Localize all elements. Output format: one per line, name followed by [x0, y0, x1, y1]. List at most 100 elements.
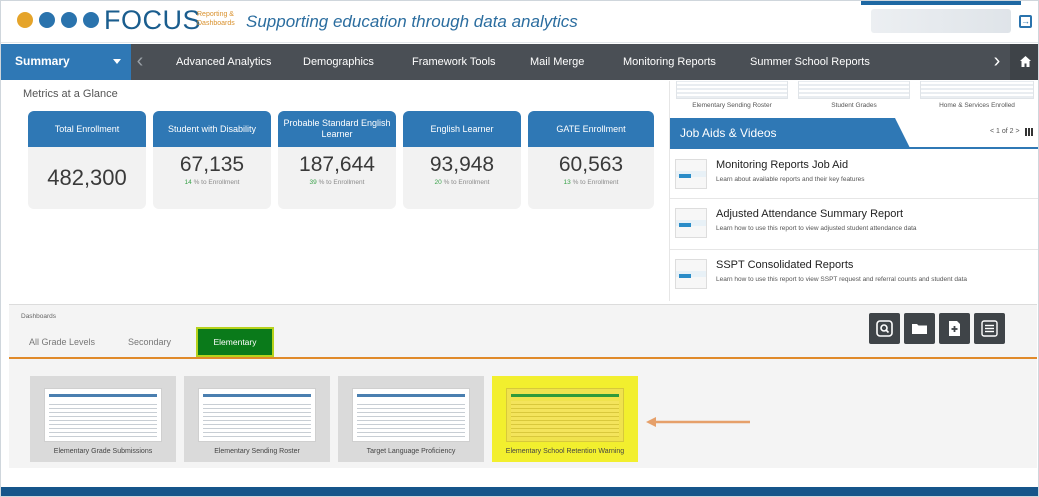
- report-thumb-caption: Student Grades: [831, 102, 877, 109]
- job-aids-underline: [670, 147, 1038, 149]
- user-info-blurred: [871, 9, 1011, 33]
- job-aid-thumbnail: [675, 208, 707, 238]
- metric-value: 482,300: [47, 165, 127, 190]
- grid-view-icon[interactable]: [1025, 128, 1034, 136]
- pointer-arrow-icon: [646, 417, 750, 427]
- metric-label: Student with Disability: [153, 111, 271, 147]
- logout-icon[interactable]: →: [1019, 15, 1032, 28]
- job-aid-title: Monitoring Reports Job Aid: [716, 159, 849, 171]
- logo-dot-1: [15, 10, 35, 30]
- tab-elementary[interactable]: Elementary: [196, 327, 274, 357]
- report-thumb-image: [676, 81, 788, 99]
- metric-percent-value: 13: [563, 179, 571, 186]
- dashboard-tile-preview: [506, 388, 624, 442]
- metric-value: 93,948: [429, 153, 495, 176]
- job-aid-title: Adjusted Attendance Summary Report: [716, 208, 904, 220]
- metric-percent-text: % to Enrollment: [443, 179, 490, 186]
- dashboards-section: Dashboards All Grade Levels Secondary El…: [9, 304, 1037, 468]
- job-aid-description: Learn how to use this report to view adj…: [716, 225, 917, 232]
- dashboard-tile-caption: Elementary Grade Submissions: [53, 448, 153, 455]
- metric-percent: 39 % to Enrollment: [278, 179, 396, 186]
- job-aid-item[interactable]: Adjusted Attendance Summary Report Learn…: [670, 200, 1038, 250]
- report-thumb-home-services[interactable]: Home & Services Enrolled: [920, 81, 1034, 117]
- metric-percent-value: 20: [434, 179, 442, 186]
- metric-value: 60,563: [558, 153, 624, 176]
- caret-down-icon: [113, 59, 121, 64]
- chevron-right-icon[interactable]: ›: [986, 44, 1008, 80]
- job-aid-description: Learn about available reports and their …: [716, 176, 865, 183]
- metrics-title: Metrics at a Glance: [23, 88, 118, 100]
- nav-summary-dropdown[interactable]: Summary: [1, 44, 131, 80]
- dashboard-tile-caption: Target Language Proficiency: [366, 448, 456, 455]
- footer-bar: [1, 487, 1038, 496]
- dashboard-tile-retention-warning[interactable]: Elementary School Retention Warning: [492, 376, 638, 462]
- logo-subtitle: Reporting & Dashboards: [197, 11, 235, 27]
- add-file-button[interactable]: [939, 313, 970, 344]
- nav-item-demographics[interactable]: Demographics: [303, 44, 374, 80]
- list-menu-button[interactable]: [974, 313, 1005, 344]
- search-dashboard-button[interactable]: [869, 313, 900, 344]
- header-accent-line: [861, 1, 1021, 5]
- tabs-underline: [9, 357, 1037, 359]
- dashboard-tile-preview: [352, 388, 470, 442]
- add-file-icon: [949, 321, 960, 336]
- nav-item-mail-merge[interactable]: Mail Merge: [530, 44, 584, 80]
- logo-text: FOCUS: [104, 5, 201, 35]
- job-aid-item[interactable]: Monitoring Reports Job Aid Learn about a…: [670, 151, 1038, 199]
- nav-item-summer-school-reports[interactable]: Summer School Reports: [750, 44, 870, 80]
- metric-card-total-enrollment[interactable]: Total Enrollment 482,300: [28, 111, 146, 209]
- metric-percent-value: 14: [184, 179, 192, 186]
- tab-all-grade-levels[interactable]: All Grade Levels: [29, 329, 95, 355]
- metric-percent-text: % to Enrollment: [193, 179, 240, 186]
- tagline: Supporting education through data analyt…: [246, 12, 578, 31]
- nav-item-advanced-analytics[interactable]: Advanced Analytics: [176, 44, 271, 80]
- dashboard-tile-target-language[interactable]: Target Language Proficiency: [338, 376, 484, 462]
- metric-value: 187,644: [299, 153, 375, 176]
- report-thumbnails: Elementary Sending Roster Student Grades…: [670, 81, 1038, 117]
- dashboard-tile-preview: [198, 388, 316, 442]
- job-aid-thumbnail: [675, 159, 707, 189]
- metric-percent-text: % to Enrollment: [318, 179, 365, 186]
- report-thumb-caption: Home & Services Enrolled: [939, 102, 1015, 109]
- top-header: FOCUS Reporting & Dashboards Supporting …: [1, 1, 1038, 43]
- nav-summary-label: Summary: [15, 54, 70, 68]
- nav-item-monitoring-reports[interactable]: Monitoring Reports: [623, 44, 716, 80]
- report-thumb-sending-roster[interactable]: Elementary Sending Roster: [676, 81, 788, 117]
- dashboard-tile-sending-roster[interactable]: Elementary Sending Roster: [184, 376, 330, 462]
- dashboard-tile-grade-submissions[interactable]: Elementary Grade Submissions: [30, 376, 176, 462]
- metric-card-english-learner[interactable]: English Learner 93,948 20 % to Enrollmen…: [403, 111, 521, 209]
- dashboard-tile-preview: [44, 388, 162, 442]
- job-aid-title: SSPT Consolidated Reports: [716, 259, 854, 271]
- search-icon: [876, 320, 893, 337]
- metric-label: English Learner: [403, 111, 521, 147]
- folder-button[interactable]: [904, 313, 935, 344]
- job-aids-header: Job Aids & Videos: [670, 118, 910, 148]
- focus-app-window: FOCUS Reporting & Dashboards Supporting …: [0, 0, 1039, 497]
- chevron-left-icon[interactable]: ‹: [131, 44, 149, 80]
- home-button[interactable]: [1010, 44, 1038, 80]
- job-aid-description: Learn how to use this report to view SSP…: [716, 276, 967, 283]
- report-thumb-student-grades[interactable]: Student Grades: [798, 81, 910, 117]
- dashboard-tile-caption: Elementary School Retention Warning: [505, 448, 625, 455]
- main-nav: Summary ‹ Advanced Analytics Demographic…: [1, 44, 1038, 80]
- metric-label: Probable Standard English Learner: [278, 111, 396, 147]
- metric-card-probable-sel[interactable]: Probable Standard English Learner 187,64…: [278, 111, 396, 209]
- report-thumb-image: [798, 81, 910, 99]
- metric-card-gate-enrollment[interactable]: GATE Enrollment 60,563 13 % to Enrollmen…: [528, 111, 654, 209]
- list-icon: [981, 320, 998, 337]
- job-aid-item[interactable]: SSPT Consolidated Reports Learn how to u…: [670, 251, 1038, 301]
- nav-item-framework-tools[interactable]: Framework Tools: [412, 44, 496, 80]
- home-icon: [1020, 56, 1031, 67]
- metric-label: GATE Enrollment: [528, 111, 654, 147]
- job-aid-thumbnail: [675, 259, 707, 289]
- report-thumb-caption: Elementary Sending Roster: [692, 102, 772, 109]
- logo-dot-4: [81, 10, 101, 30]
- logo-dot-2: [37, 10, 57, 30]
- folder-icon: [912, 324, 927, 334]
- tab-secondary[interactable]: Secondary: [128, 329, 171, 355]
- dashboard-tile-caption: Elementary Sending Roster: [214, 448, 300, 455]
- job-aids-pager[interactable]: < 1 of 2 >: [990, 128, 1020, 135]
- metric-percent: 13 % to Enrollment: [528, 179, 654, 186]
- metric-card-student-disability[interactable]: Student with Disability 67,135 14 % to E…: [153, 111, 271, 209]
- metric-percent: 14 % to Enrollment: [153, 179, 271, 186]
